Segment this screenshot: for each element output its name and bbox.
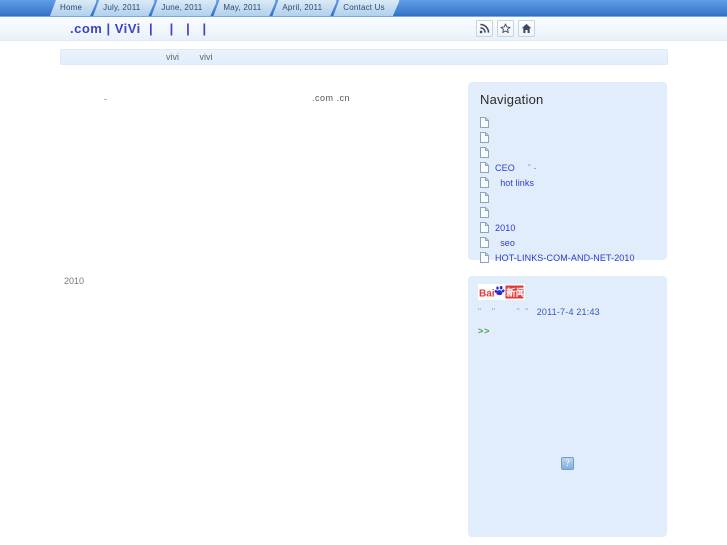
broken-image-placeholder-icon: ? — [561, 457, 574, 470]
svg-text:新闻: 新闻 — [506, 287, 525, 299]
nav-item-6[interactable] — [480, 190, 655, 205]
document-icon — [480, 237, 489, 248]
nav-item-label: HOT-LINKS-COM-AND-NET-2010 — [495, 252, 635, 263]
nav-item-3[interactable] — [480, 145, 655, 160]
nav-item-2010[interactable]: 2010 — [480, 220, 655, 235]
svg-text:Bai: Bai — [479, 289, 495, 300]
nav-item-label: 2010 — [495, 222, 516, 233]
document-icon — [480, 162, 489, 173]
news-headline-text: ¨ ¨ ¨ ¨ 2011-7-4 21:43 — [478, 307, 600, 317]
document-icon — [480, 132, 489, 143]
rss-icon[interactable] — [476, 20, 493, 37]
nav-item-1[interactable] — [480, 115, 655, 130]
page-title: .com | ViVi | | | | — [70, 21, 207, 36]
nav-item-2[interactable] — [480, 130, 655, 145]
star-icon[interactable] — [497, 20, 514, 37]
site-header: .com | ViVi | | | | — [0, 17, 727, 41]
document-icon — [480, 177, 489, 188]
tab-label: July, 2011 — [103, 3, 141, 12]
nav-item-7[interactable] — [480, 205, 655, 220]
document-icon — [480, 117, 489, 128]
document-icon — [480, 207, 489, 218]
subnav-link-vivi-2[interactable]: vivi — [200, 52, 213, 62]
sub-navigation-links: vivi vivi — [166, 52, 231, 62]
tab-label: June, 2011 — [161, 3, 203, 12]
tab-may-2011[interactable]: May, 2011 — [213, 0, 276, 16]
article-domains-text: .com .cn — [312, 93, 351, 103]
navigation-panel: Navigation CEO ¨ · hot links 2010 seo HO… — [468, 82, 667, 263]
tab-label: Contact Us — [343, 3, 385, 12]
tab-july-2011[interactable]: July, 2011 — [93, 0, 155, 16]
top-tab-strip: Home July, 2011 June, 2011 May, 2011 Apr… — [0, 0, 727, 17]
nav-item-label: hot links — [495, 177, 535, 188]
tab-label: May, 2011 — [223, 3, 262, 12]
navigation-list: CEO ¨ · hot links 2010 seo HOT-LINKS-COM… — [480, 115, 655, 265]
article-year-text: 2010 — [64, 276, 85, 286]
nav-item-hot-links[interactable]: hot links — [480, 175, 655, 190]
baidu-news-logo-icon: Bai 新闻 — [478, 284, 525, 300]
tab-contact-us[interactable]: Contact Us — [333, 0, 400, 16]
nav-item-label: seo — [495, 237, 516, 248]
home-icon[interactable] — [518, 20, 535, 37]
subnav-link-vivi-1[interactable]: vivi — [166, 52, 179, 62]
nav-item-ceo[interactable]: CEO ¨ · — [480, 160, 655, 175]
document-icon — [480, 192, 489, 203]
document-icon — [480, 222, 489, 233]
tab-label: April, 2011 — [282, 3, 323, 12]
tab-june-2011[interactable]: June, 2011 — [151, 0, 217, 16]
nav-item-hot-links-com-and-net-2010[interactable]: HOT-LINKS-COM-AND-NET-2010 — [480, 250, 655, 265]
nav-item-label: CEO ¨ · — [495, 162, 537, 173]
tab-label: Home — [60, 3, 83, 12]
news-more-link[interactable]: >> — [478, 326, 491, 336]
sidebar: Navigation CEO ¨ · hot links 2010 seo HO… — [468, 82, 667, 537]
nav-item-seo[interactable]: seo — [480, 235, 655, 250]
document-icon — [480, 147, 489, 158]
tab-april-2011[interactable]: April, 2011 — [272, 0, 337, 16]
navigation-title: Navigation — [480, 92, 544, 107]
main-content: - .com .cn 2010 — [60, 80, 450, 535]
baidu-news-panel: Bai 新闻 ¨ ¨ ¨ ¨ 2011-7-4 21:43 >> ? — [468, 276, 667, 537]
article-heading-fragment: - — [104, 94, 108, 104]
document-icon — [480, 252, 489, 263]
tab-home[interactable]: Home — [50, 0, 97, 16]
header-icon-group — [476, 20, 535, 37]
sub-navigation-bar: vivi vivi — [60, 49, 668, 65]
tab-list: Home July, 2011 June, 2011 May, 2011 Apr… — [50, 0, 396, 16]
